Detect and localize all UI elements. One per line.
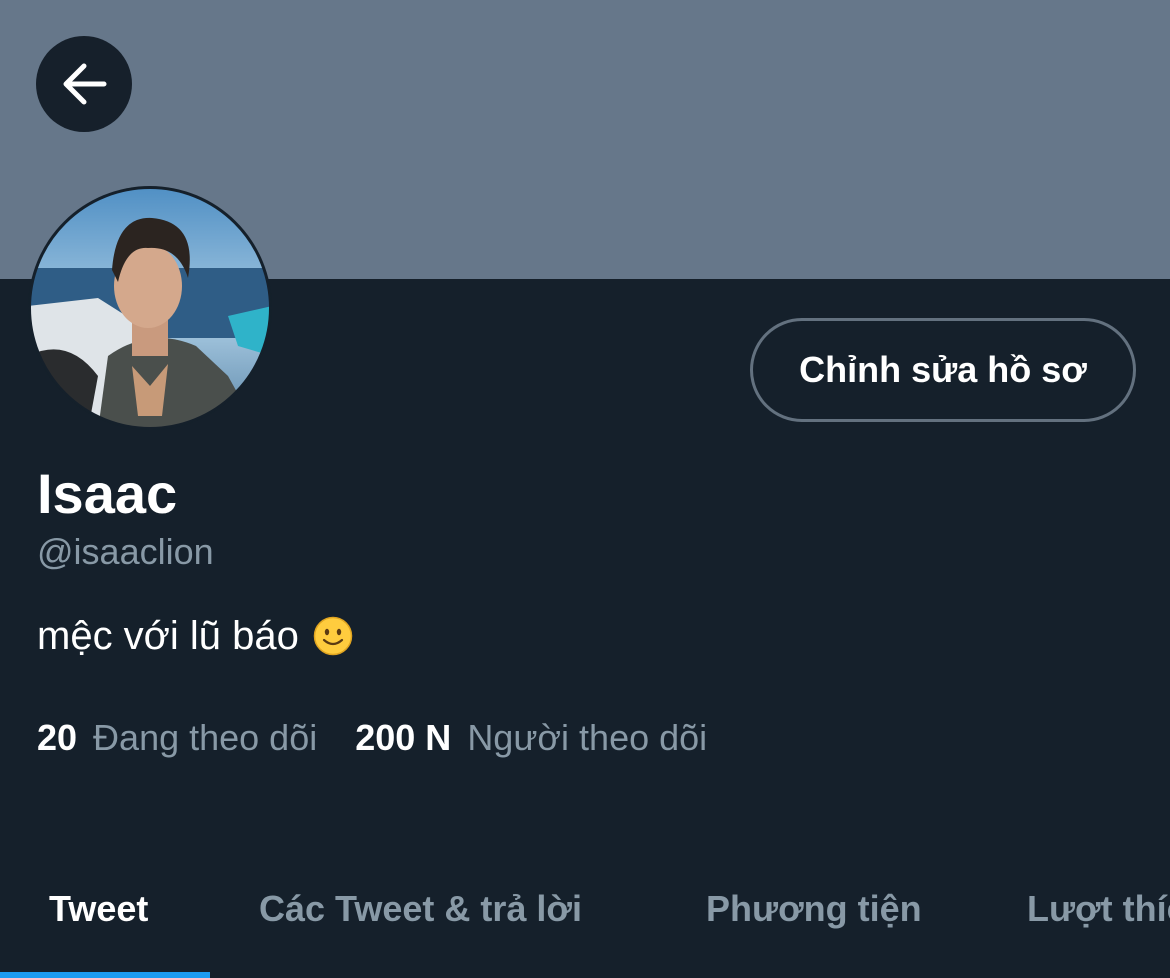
profile-tabs: Tweet Các Tweet & trả lời Phương tiện Lư… [0,858,1170,978]
active-tab-indicator [0,972,210,978]
profile-name: Isaac [37,462,178,525]
following-label: Đang theo dõi [93,717,318,758]
following-count: 20 [37,717,78,758]
tab-media[interactable]: Phương tiện [706,888,922,930]
tab-tweets[interactable]: Tweet [49,888,148,930]
avatar[interactable] [28,186,272,430]
slightly-smiling-face-icon [313,616,353,656]
tab-likes[interactable]: Lượt thích [1027,888,1170,930]
back-button[interactable] [36,36,132,132]
followers-count: 200 N [355,717,452,758]
profile-page: Chỉnh sửa hồ sơ Isaac @isaaclion mệc với… [0,0,1170,978]
followers-stat[interactable]: 200 N Người theo dõi [355,716,707,760]
arrow-left-icon [58,58,110,110]
profile-bio: mệc với lũ báo [37,612,353,660]
tab-tweets-and-replies[interactable]: Các Tweet & trả lời [259,888,582,930]
profile-handle: @isaaclion [37,531,214,572]
followers-label: Người theo dõi [467,717,708,758]
edit-profile-button[interactable]: Chỉnh sửa hồ sơ [750,318,1136,422]
following-stat[interactable]: 20 Đang theo dõi [37,716,317,760]
bio-text: mệc với lũ báo [37,614,299,658]
profile-stats: 20 Đang theo dõi 200 N Người theo dõi [37,716,707,760]
